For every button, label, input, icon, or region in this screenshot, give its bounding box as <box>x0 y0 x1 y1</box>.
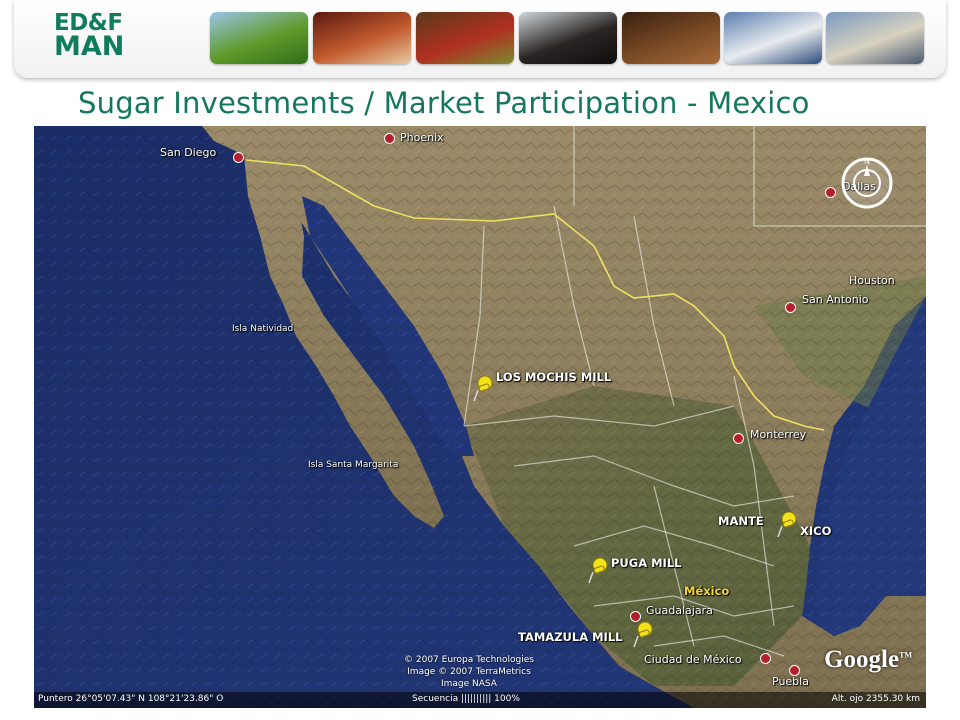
mill-label: PUGA MILL <box>611 556 682 570</box>
mill-label: MANTE <box>718 514 764 528</box>
mill-label: XICO <box>800 524 832 538</box>
city-marker[interactable] <box>233 152 244 163</box>
cocoa-pod-photo <box>313 12 411 64</box>
stream-status: Secuencia |||||||||| 100% <box>412 694 520 704</box>
molasses-pour-photo <box>519 12 617 64</box>
port-terminal-photo <box>826 12 924 64</box>
compass-control[interactable]: N <box>840 156 894 210</box>
city-label: San Diego <box>160 146 217 159</box>
eye-altitude: Alt. ojo 2355.30 km <box>831 694 920 704</box>
city-marker[interactable] <box>733 433 744 444</box>
island-label: Isla Santa Margarita <box>308 460 399 470</box>
mill-label: TAMAZULA MILL <box>518 630 623 644</box>
city-marker[interactable] <box>384 133 395 144</box>
edf-man-logo: ED&F MAN <box>54 12 125 62</box>
country-label: México <box>684 584 730 598</box>
city-label: Guadalajara <box>646 604 713 617</box>
map-copyright: © 2007 Europa Technologies Image © 2007 … <box>404 654 534 690</box>
copyright-line: Image NASA <box>440 679 497 689</box>
city-label: Houston <box>849 274 895 287</box>
pointer-coordinates: Puntero 26°05'07.43" N 108°21'23.86" O <box>38 694 224 704</box>
page-title: Sugar Investments / Market Participation… <box>78 86 810 120</box>
google-logo: GoogleTM <box>824 646 912 674</box>
google-tm: TM <box>899 650 912 660</box>
island-label: Isla Natividad <box>232 324 294 334</box>
city-label: San Antonio <box>802 293 869 306</box>
city-label: Ciudad de México <box>644 653 742 666</box>
terrain-texture <box>34 126 926 708</box>
mill-pushpin-icon[interactable] <box>632 620 654 648</box>
city-label: Monterrey <box>750 428 807 441</box>
ship-harbor-photo <box>724 12 822 64</box>
mill-pushpin-icon[interactable] <box>472 374 494 402</box>
compass-north-label: N <box>864 157 870 166</box>
mill-pushpin-icon[interactable] <box>587 556 609 584</box>
logo-line2: MAN <box>54 31 125 62</box>
satellite-map[interactable]: San DiegoPhoenixDallasHoustonSan Antonio… <box>34 126 926 708</box>
mill-pushpin-icon[interactable] <box>776 510 798 538</box>
city-marker[interactable] <box>760 653 771 664</box>
google-brand-text: Google <box>824 646 900 673</box>
city-marker[interactable] <box>825 187 836 198</box>
coffee-beans-photo <box>622 12 720 64</box>
map-status-bar: Puntero 26°05'07.43" N 108°21'23.86" O S… <box>34 692 926 708</box>
city-marker[interactable] <box>785 302 796 313</box>
city-label: Phoenix <box>400 131 444 144</box>
mill-label: LOS MOCHIS MILL <box>496 370 612 384</box>
city-label: Puebla <box>772 675 809 688</box>
sugarcane-field-photo <box>210 12 308 64</box>
copyright-line: © 2007 Europa Technologies <box>404 655 534 665</box>
copyright-line: Image © 2007 TerraMetrics <box>407 667 531 677</box>
map-terrain <box>34 126 926 708</box>
coffee-cherries-photo <box>416 12 514 64</box>
